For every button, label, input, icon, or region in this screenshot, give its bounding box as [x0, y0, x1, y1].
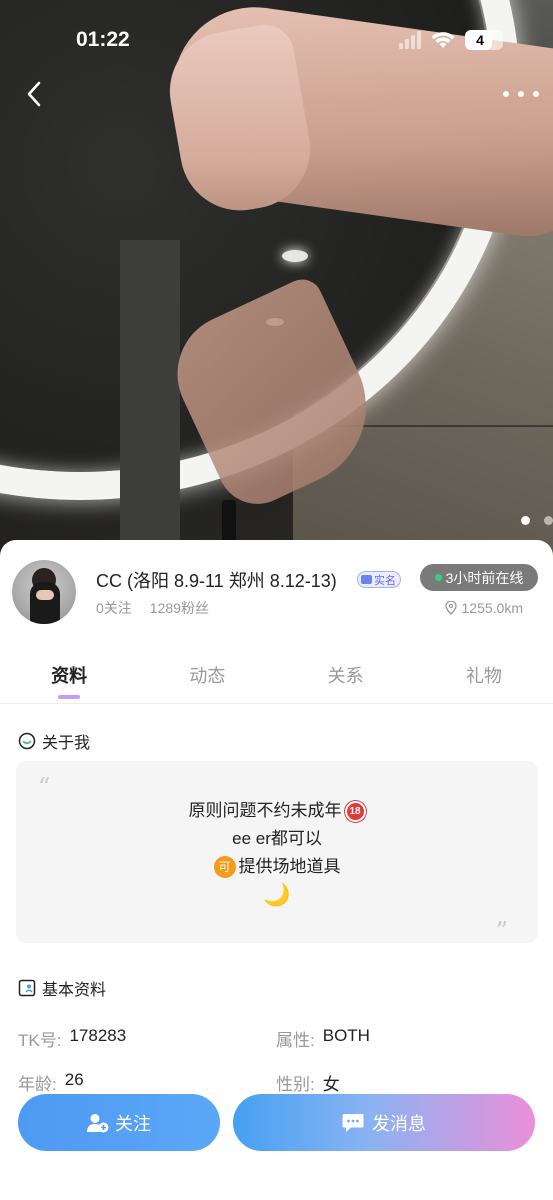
tab-gifts[interactable]: 礼物: [415, 658, 553, 703]
info-label: 属性:: [276, 1030, 315, 1050]
about-box: “ 原则问题不约未成年 18 ee er都可以 可 提供场地道具 🌙 ”: [16, 761, 538, 945]
tab-label: 关系: [327, 666, 364, 686]
info-label: 性别:: [276, 1074, 315, 1094]
verified-label: 实名: [374, 574, 396, 587]
tab-label: 资料: [51, 666, 88, 686]
back-button[interactable]: [18, 78, 50, 110]
battery-icon: 4: [465, 30, 503, 50]
profile-photo[interactable]: 01:22 4: [0, 0, 553, 560]
ke-emoji-icon: 可: [213, 856, 236, 878]
wifi-icon: [431, 31, 455, 49]
gender: 性别: 女: [276, 1070, 534, 1095]
distance-value: 1255.0km: [461, 600, 523, 616]
online-dot-icon: [434, 574, 442, 581]
tab-profile[interactable]: 资料: [0, 658, 138, 703]
cellular-signal-icon: [399, 31, 421, 49]
attribute: 属性: BOTH: [276, 1026, 534, 1051]
tab-active-indicator: [58, 695, 81, 699]
photo-door: [120, 240, 180, 540]
info-value: BOTH: [322, 1025, 370, 1045]
battery-level: 4: [476, 32, 484, 48]
about-section-title: 关于我: [18, 729, 90, 753]
tab-relations[interactable]: 关系: [277, 658, 415, 703]
about-line-2: ee er都可以: [16, 825, 538, 853]
tk-number: TK号: 178283: [18, 1026, 276, 1051]
verified-badge: 实名: [357, 571, 401, 588]
avatar[interactable]: [12, 560, 76, 624]
about-line-3-text: 提供场地道具: [238, 857, 341, 876]
moon-icon: 🌙: [263, 882, 291, 907]
add-user-icon: [87, 1113, 109, 1132]
about-title-text: 关于我: [42, 735, 91, 752]
pager-dot-active[interactable]: [521, 516, 530, 525]
age: 年龄: 26: [18, 1070, 276, 1095]
about-line-2-text: ee er都可以: [232, 829, 322, 848]
more-options-button[interactable]: [503, 80, 539, 108]
about-line-3: 可 提供场地道具: [16, 853, 538, 881]
basic-info-section-title: 基本资料: [18, 976, 106, 1000]
tab-label: 动态: [189, 666, 226, 686]
about-line-1-text: 原则问题不约未成年: [188, 801, 342, 820]
profile-stats: 0关注 1289粉丝: [96, 598, 209, 618]
about-line-1: 原则问题不约未成年 18: [16, 797, 538, 825]
profile-name: CC (洛阳 8.9-11 郑州 8.12-13): [96, 571, 337, 591]
info-label: 年龄:: [18, 1074, 57, 1094]
message-label: 发消息: [372, 1113, 426, 1134]
basic-info-title-text: 基本资料: [42, 982, 107, 999]
online-status-badge: 3小时前在线: [420, 564, 538, 591]
profile-tabs: 资料 动态 关系 礼物: [0, 658, 553, 704]
send-message-button[interactable]: 发消息: [233, 1094, 535, 1151]
info-value: 178283: [69, 1025, 127, 1045]
tab-moments[interactable]: 动态: [138, 658, 276, 703]
status-icons: 4: [399, 30, 503, 50]
pager-dot[interactable]: [544, 516, 553, 525]
id-card-icon: [361, 575, 372, 584]
follow-button[interactable]: 关注: [18, 1094, 220, 1151]
profile-card-icon: [18, 979, 36, 997]
info-row: TK号: 178283 属性: BOTH: [18, 1016, 538, 1060]
distance: 1255.0km: [444, 600, 523, 616]
tab-label: 礼物: [465, 666, 502, 686]
about-text: 原则问题不约未成年 18 ee er都可以 可 提供场地道具 🌙: [16, 797, 538, 909]
status-time: 01:22: [76, 28, 130, 51]
fans-count[interactable]: 1289粉丝: [150, 598, 209, 618]
follow-label: 关注: [115, 1113, 151, 1134]
message-icon: [342, 1113, 364, 1132]
no-under-18-icon: 18: [344, 800, 366, 822]
smile-icon: [18, 732, 36, 750]
info-value: 女: [322, 1074, 340, 1094]
photo-lamp: [282, 250, 308, 262]
info-label: TK号:: [18, 1030, 62, 1050]
about-line-4: 🌙: [16, 881, 538, 909]
close-quote: ”: [495, 917, 508, 945]
chevron-left-icon: [27, 81, 41, 107]
location-pin-icon: [444, 601, 457, 615]
info-value: 26: [64, 1069, 84, 1089]
basic-info-grid: TK号: 178283 属性: BOTH 年龄: 26 性别: 女: [18, 1016, 538, 1104]
photo-pager: [521, 516, 553, 525]
following-count[interactable]: 0关注: [96, 598, 132, 618]
online-status-text: 3小时前在线: [445, 569, 524, 586]
